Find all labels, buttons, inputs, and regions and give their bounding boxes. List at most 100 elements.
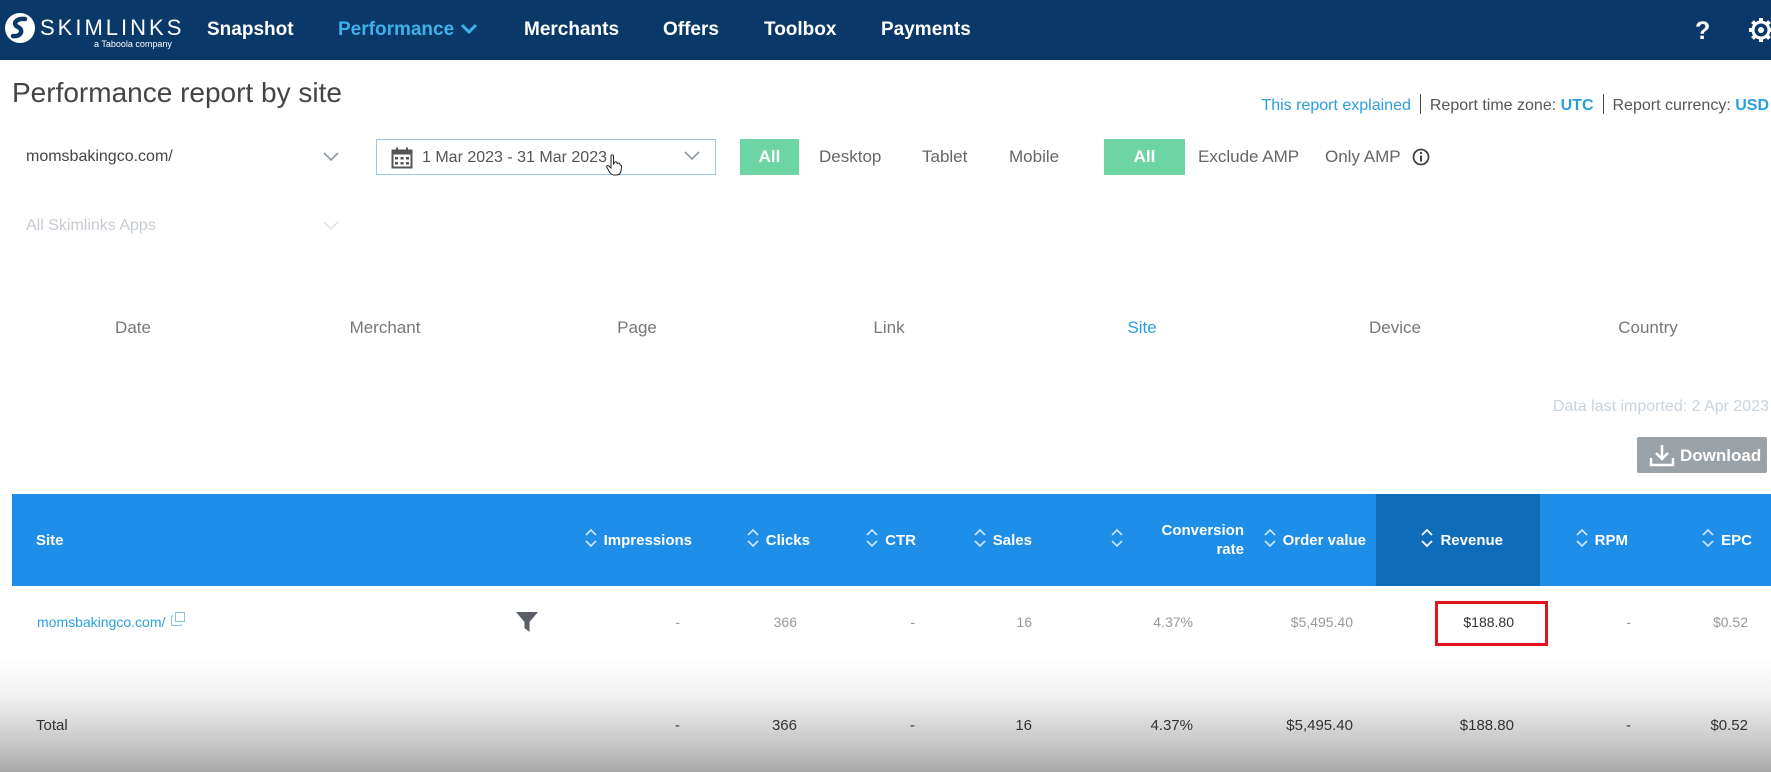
col-clicks[interactable]: Clicks [712, 494, 810, 586]
row-sales: 16 [1016, 614, 1032, 630]
date-range-picker[interactable]: 1 Mar 2023 - 31 Mar 2023 [376, 139, 716, 175]
filter-icon[interactable] [516, 611, 538, 638]
total-impressions: - [675, 717, 680, 734]
apps-select-placeholder: All Skimlinks Apps [26, 217, 156, 234]
timezone-value[interactable]: UTC [1561, 97, 1594, 114]
download-label: Download [1680, 446, 1762, 465]
date-range-value: 1 Mar 2023 - 31 Mar 2023 [422, 149, 607, 166]
tab-site[interactable]: Site [1127, 318, 1156, 338]
chevron-down-icon [322, 150, 340, 168]
sort-icon [866, 528, 878, 552]
nav-merchants[interactable]: Merchants [524, 19, 619, 41]
row-order-value: $5,495.40 [1290, 614, 1353, 630]
col-rpm[interactable]: RPM [1542, 494, 1642, 586]
col-epc[interactable]: EPC [1652, 494, 1762, 586]
apps-select[interactable]: All Skimlinks Apps [26, 217, 340, 241]
col-sales-label: Sales [992, 531, 1032, 549]
amp-only-toggle[interactable]: Only AMP [1325, 139, 1401, 175]
tab-date[interactable]: Date [115, 318, 151, 338]
chevron-down-icon [683, 149, 701, 167]
col-conversion-rate-line2: rate [1216, 541, 1244, 558]
col-conversion-rate-label: Conversion rate [1161, 521, 1244, 559]
row-ctr: - [910, 614, 915, 630]
page-title: Performance report by site [12, 77, 342, 108]
bottom-fade [0, 655, 1771, 772]
col-revenue[interactable]: Revenue [1376, 494, 1540, 586]
row-impressions: - [675, 614, 680, 630]
col-clicks-label: Clicks [765, 531, 810, 549]
col-impressions[interactable]: Impressions [562, 494, 692, 586]
revenue-highlight-box [1435, 601, 1548, 646]
total-revenue: $188.80 [1459, 717, 1514, 734]
currency-value[interactable]: USD [1735, 97, 1769, 114]
info-icon[interactable] [1412, 148, 1430, 171]
download-icon [1649, 445, 1675, 467]
report-meta: This report explained Report time zone: U… [1261, 94, 1769, 115]
svg-text:?: ? [1695, 17, 1710, 43]
tab-link[interactable]: Link [873, 318, 904, 338]
sort-icon [747, 528, 759, 552]
sort-icon [1702, 528, 1714, 552]
total-ctr: - [910, 717, 915, 734]
chevron-down-icon [460, 19, 478, 41]
sort-icon [1264, 528, 1276, 552]
tab-device[interactable]: Device [1369, 318, 1421, 338]
data-last-imported: Data last imported: 2 Apr 2023 [1552, 398, 1769, 415]
question-icon[interactable]: ? [1694, 17, 1712, 48]
chevron-down-icon [322, 219, 340, 237]
hand-cursor-icon [606, 154, 623, 181]
nav-performance-label: Performance [338, 19, 455, 41]
skimlinks-logo[interactable]: SKIMLINKS a Taboola company [4, 12, 181, 52]
sort-icon [1111, 528, 1124, 552]
total-clicks: 366 [771, 717, 797, 734]
calendar-icon [391, 147, 413, 174]
total-rpm: - [1626, 717, 1631, 734]
tab-country[interactable]: Country [1618, 318, 1678, 338]
device-desktop-toggle[interactable]: Desktop [819, 139, 881, 175]
col-ctr[interactable]: CTR [812, 494, 916, 586]
col-revenue-label: Revenue [1440, 531, 1503, 549]
col-site[interactable]: Site [12, 494, 312, 586]
sort-icon [1421, 528, 1434, 552]
tab-page[interactable]: Page [617, 318, 657, 338]
row-site-link[interactable]: momsbakingco.com/ [37, 614, 165, 630]
row-conversion-rate: 4.37% [1153, 614, 1193, 630]
sort-icon [585, 528, 597, 552]
nav-snapshot[interactable]: Snapshot [207, 19, 294, 41]
nav-toolbox[interactable]: Toolbox [764, 19, 836, 41]
col-site-label: Site [36, 531, 64, 549]
site-select[interactable]: momsbakingco.com/ [26, 148, 340, 172]
col-conversion-rate[interactable]: Conversion rate [1062, 494, 1244, 586]
device-tablet-toggle[interactable]: Tablet [922, 139, 967, 175]
col-conversion-rate-line1: Conversion [1161, 522, 1244, 539]
currency-label: Report currency: [1612, 97, 1731, 114]
device-all-toggle[interactable]: All [740, 139, 799, 175]
col-order-value[interactable]: Order value [1252, 494, 1366, 586]
nav-offers[interactable]: Offers [663, 19, 719, 41]
sort-icon [1576, 528, 1588, 552]
amp-all-toggle[interactable]: All [1104, 139, 1185, 175]
brand-name: SKIMLINKS [40, 15, 185, 40]
divider [1419, 94, 1421, 114]
col-sales[interactable]: Sales [912, 494, 1032, 586]
tab-merchant[interactable]: Merchant [350, 318, 421, 338]
col-rpm-label: RPM [1594, 531, 1628, 549]
brand-tagline: a Taboola company [94, 39, 172, 49]
report-explained-link[interactable]: This report explained [1261, 97, 1410, 114]
col-order-value-label: Order value [1282, 531, 1366, 549]
sort-icon [974, 528, 986, 552]
divider [1602, 94, 1604, 114]
row-rpm: - [1626, 614, 1631, 630]
nav-payments[interactable]: Payments [881, 19, 971, 41]
device-mobile-toggle[interactable]: Mobile [1009, 139, 1059, 175]
nav-performance[interactable]: Performance [338, 19, 478, 41]
copy-icon[interactable] [171, 612, 185, 631]
gear-icon[interactable] [1748, 17, 1771, 48]
amp-exclude-toggle[interactable]: Exclude AMP [1198, 139, 1299, 175]
site-select-value: momsbakingco.com/ [26, 148, 173, 165]
download-button[interactable]: Download [1637, 437, 1767, 473]
top-navigation-bar: SKIMLINKS a Taboola company Snapshot Per… [0, 0, 1771, 60]
total-epc: $0.52 [1710, 717, 1748, 734]
table-header: Site Impressions Clicks CTR Sales Conver… [12, 494, 1771, 586]
row-epc: $0.52 [1712, 614, 1748, 630]
